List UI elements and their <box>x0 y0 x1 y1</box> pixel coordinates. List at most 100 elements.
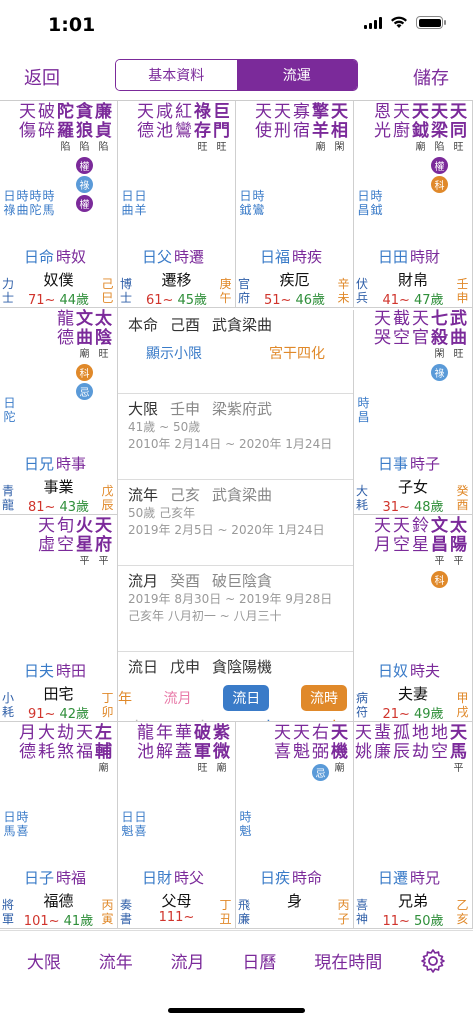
star-column: 天哭 <box>373 310 392 381</box>
star-column: 祿存旺 <box>193 103 212 155</box>
back-button[interactable]: 返回 <box>24 64 60 90</box>
star-char: 空 <box>393 535 410 555</box>
palace-tags: 日事 時子 <box>378 455 441 473</box>
palace-cell-12[interactable]: 天機廟右弼忌天魁天喜時魁日疾 時命身飛廉 丙子 <box>236 722 354 929</box>
palace-god-left: 伏兵 <box>356 277 369 305</box>
star-column: 天相閑 <box>330 103 349 155</box>
gear-icon[interactable] <box>420 948 446 974</box>
palace-cell-3[interactable]: 天同旺天梁陷權科天鉞廟天廚恩光日昌時鉞日田 時財 財帛 41~ 47歲 伏兵 壬申 <box>354 101 473 308</box>
liuyue-stars: 破巨陰貪 <box>212 572 273 590</box>
wifi-icon <box>391 16 407 28</box>
sihua-badge-icon: 忌 <box>312 764 329 781</box>
palace-god-left: 官府 <box>238 277 251 305</box>
star-char: 羅 <box>57 121 74 141</box>
star-char: 德 <box>57 328 74 348</box>
palace-ganzhi: 甲戌 <box>456 691 469 719</box>
star-column: 武曲旺 <box>449 310 468 381</box>
palace-cell-5[interactable]: 武曲旺七殺閑祿天官截空天哭時昌日事 時子 子女 31~ 48歲 大耗 癸酉 <box>354 308 473 515</box>
star-column: 孤辰 <box>392 724 411 776</box>
palace-cell-0[interactable]: 廉貞陷貪狼陷權祿權陀羅陷破碎天傷日祿時曲時陀時馬日命 時奴 奴僕 71~ 44歲 力士己… <box>0 101 118 308</box>
stepper-1[interactable]: + <box>129 715 144 721</box>
stepper-3[interactable]: + <box>195 715 210 721</box>
liuyue-button[interactable]: 流月 <box>164 688 192 708</box>
star-column: 蜚廉 <box>373 724 392 776</box>
star-column: 天梁陷權科 <box>430 103 449 193</box>
palace-ganzhi: 戊辰 <box>101 484 114 512</box>
star-char: 天 <box>374 309 391 329</box>
liushi-button[interactable]: 流時 <box>300 685 347 711</box>
minor-star-column: 時喜 <box>16 810 29 838</box>
liuri-button[interactable]: 流日 <box>223 685 270 711</box>
star-char: 武 <box>450 309 467 329</box>
star-char: 天 <box>76 723 93 743</box>
palace-cell-7[interactable]: 太陽平文昌平科鈴星天空天月日奴 時夫 夫妻 21~ 49歲 病符 甲戌 <box>354 515 473 722</box>
star-column: 破軍旺 <box>193 724 212 776</box>
sihua-badge-icon: 科 <box>431 176 448 193</box>
benming-gz: 己酉 <box>170 316 201 334</box>
star-char: 星 <box>76 535 93 555</box>
star-column: 火星平 <box>75 517 94 569</box>
star-char: 天 <box>293 723 310 743</box>
palace-cell-6[interactable]: 天府平火星平旬空天虛日夫 時田 田宅 91~ 42歲 小耗 丁卯 <box>0 515 118 722</box>
palace-cell-1[interactable]: 巨門旺祿存旺紅鸞咸池天德日曲日羊日父 時遷 遷移 61~ 45歲 博士 庚午 <box>118 101 236 308</box>
palace-tags: 日疾 時命 <box>260 869 323 887</box>
liunian-label: 流年 <box>128 486 159 504</box>
liunian-short-button[interactable]: 年 <box>118 688 132 708</box>
minor-star-column: 時馬 <box>42 189 55 217</box>
star-char: 相 <box>331 121 348 141</box>
stepper-2[interactable]: - <box>166 715 173 721</box>
star-char: 使 <box>255 121 272 141</box>
tab-now[interactable]: 現在時間 <box>314 948 382 973</box>
minor-stars: 時魁 <box>239 810 252 838</box>
star-char: 碎 <box>38 121 55 141</box>
star-column: 年解 <box>155 724 174 776</box>
palace-cell-4[interactable]: 太陰旺文曲廟科忌龍德日陀日兄 時事 事業 81~ 43歲 青龍 戊辰 <box>0 308 118 515</box>
palace-tags: 日奴 時夫 <box>378 662 441 680</box>
gonggan-sihua-button[interactable]: 宮干四化 <box>269 343 325 363</box>
palace-cell-10[interactable]: 左輔廟天福劫煞大耗月德日馬時喜日子 時福 福德 101~ 41歲 將軍 丙寅 <box>0 722 118 929</box>
star-column: 華蓋 <box>174 724 193 776</box>
minor-stars: 日曲日羊 <box>121 189 147 217</box>
star-char: 天 <box>412 102 429 122</box>
minor-star-column: 日鉞 <box>239 189 252 217</box>
stepper-6[interactable]: - <box>298 715 305 721</box>
tab-calendar[interactable]: 日曆 <box>242 948 276 973</box>
star-column: 天刑 <box>273 103 292 155</box>
star-char: 天 <box>331 102 348 122</box>
palace-tags: 日財 時父 <box>142 869 205 887</box>
stepper-5[interactable]: + <box>261 715 276 721</box>
star-char: 巨 <box>213 102 230 122</box>
show-xiaoxian-button[interactable]: 顯示小限 <box>146 343 202 363</box>
palace-ganzhi: 丁丑 <box>219 898 232 926</box>
palace-cell-11[interactable]: 紫微廟破軍旺華蓋年解龍池日魁日喜日財 時父 父母 111~ 奏書 丁丑 <box>118 722 236 929</box>
minor-star-column: 時陀 <box>29 189 42 217</box>
segment-basic-info[interactable]: 基本資料 <box>116 60 237 90</box>
star-char: 天 <box>137 102 154 122</box>
tab-liunian[interactable]: 流年 <box>99 948 133 973</box>
daxian-age: 41歲 ~ 50歲 <box>128 420 201 434</box>
daxian-gz: 壬申 <box>170 400 201 418</box>
stepper-7[interactable]: + <box>327 715 342 721</box>
status-time: 1:01 <box>48 14 96 36</box>
star-brightness: 平 <box>79 556 90 567</box>
star-char: 軍 <box>194 742 211 762</box>
star-char: 恩 <box>374 102 391 122</box>
star-char: 廉 <box>374 742 391 762</box>
star-column: 咸池 <box>155 103 174 155</box>
palace-cell-2[interactable]: 天相閑擎羊廟寡宿天刑天使日鉞時鸞日福 時疾 疾厄 51~ 46歲 官府 辛未 <box>236 101 354 308</box>
tab-liuyue[interactable]: 流月 <box>171 948 205 973</box>
palace-god-left: 博士 <box>120 277 133 305</box>
segment-liuyun[interactable]: 流運 <box>236 60 357 90</box>
stepper-4[interactable]: - <box>232 715 239 721</box>
star-char: 德 <box>19 742 36 762</box>
star-column: 天德 <box>136 103 155 155</box>
star-char: 魁 <box>293 742 310 762</box>
star-char: 微 <box>213 742 230 762</box>
save-button[interactable]: 儲存 <box>413 64 449 90</box>
benming-stars: 武貪梁曲 <box>212 316 273 334</box>
star-column: 天魁 <box>292 724 311 781</box>
palace-god-left: 將軍 <box>2 898 15 926</box>
tab-daxian[interactable]: 大限 <box>27 948 61 973</box>
palace-cell-13[interactable]: 天馬平地空地劫孤辰蜚廉天姚日遷 時兄 兄弟 11~ 50歲 喜神 乙亥 <box>354 722 473 929</box>
star-brightness: 廟 <box>98 763 109 774</box>
